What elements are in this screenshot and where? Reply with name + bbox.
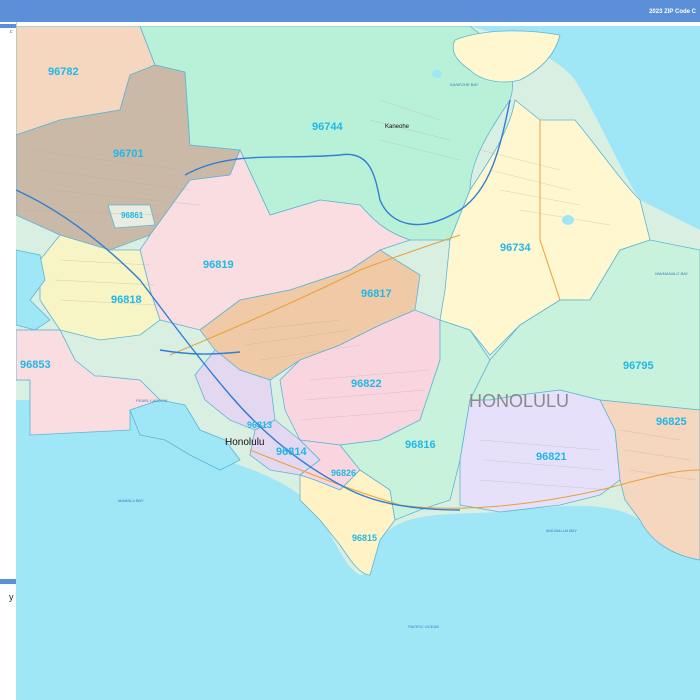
zip-label-96795[interactable]: 96795 <box>623 360 654 372</box>
zip-label-96817[interactable]: 96817 <box>361 288 392 300</box>
lake-kailua <box>562 215 574 225</box>
side-panel-text-bottom: y <box>9 592 14 602</box>
zip-label-96825[interactable]: 96825 <box>656 416 687 428</box>
zip-label-96822[interactable]: 96822 <box>351 378 382 390</box>
zip-label-96744[interactable]: 96744 <box>312 121 343 133</box>
water-label-pearl-lagoon: PEARL LAGOON <box>136 398 167 403</box>
zip-label-96819[interactable]: 96819 <box>203 259 234 271</box>
city-label-kaneohe: Kaneohe <box>385 124 410 130</box>
water-label-maunalua-bay: MAUNALUA BAY <box>546 528 577 533</box>
region-label-honolulu: HONOLULU <box>469 391 569 411</box>
zip-label-96821[interactable]: 96821 <box>536 451 567 463</box>
side-panel-text-top: c <box>10 29 13 35</box>
zip-label-96826[interactable]: 96826 <box>331 468 356 478</box>
zip-label-96701[interactable]: 96701 <box>113 148 144 160</box>
header-bar: 2023 ZIP Code C <box>0 0 700 22</box>
lake-kaneohe <box>432 70 442 78</box>
side-panel-tab-top[interactable] <box>0 24 16 28</box>
water-label-pacific-ocean: PACIFIC OCEAN <box>408 624 439 629</box>
zip-label-96818[interactable]: 96818 <box>111 294 142 306</box>
map-frame[interactable]: 96782 96701 96744 96861 96819 96818 9673… <box>16 26 700 700</box>
zip-label-96813[interactable]: 96813 <box>247 420 272 430</box>
zip-label-96861[interactable]: 96861 <box>121 211 144 220</box>
zip-label-96815[interactable]: 96815 <box>352 533 377 543</box>
zip-label-96734[interactable]: 96734 <box>500 242 531 254</box>
zip-label-96782[interactable]: 96782 <box>48 66 79 78</box>
zip-code-map[interactable]: 96782 96701 96744 96861 96819 96818 9673… <box>16 26 700 700</box>
water-label-waimanalo-bay: WAIMANALO BAY <box>655 271 689 276</box>
zip-label-96853[interactable]: 96853 <box>20 359 51 371</box>
city-label-honolulu: Honolulu <box>225 437 264 448</box>
zip-label-96816[interactable]: 96816 <box>405 439 436 451</box>
header-title: 2023 ZIP Code C <box>649 9 696 15</box>
water-label-kaneohe-bay: KANEOHE BAY <box>450 82 479 87</box>
side-panel: c y <box>0 22 17 696</box>
water-label-mamala-bay: MAMALA BAY <box>118 498 144 503</box>
zip-label-96814[interactable]: 96814 <box>276 446 307 458</box>
side-panel-tab-bottom[interactable] <box>0 579 16 584</box>
